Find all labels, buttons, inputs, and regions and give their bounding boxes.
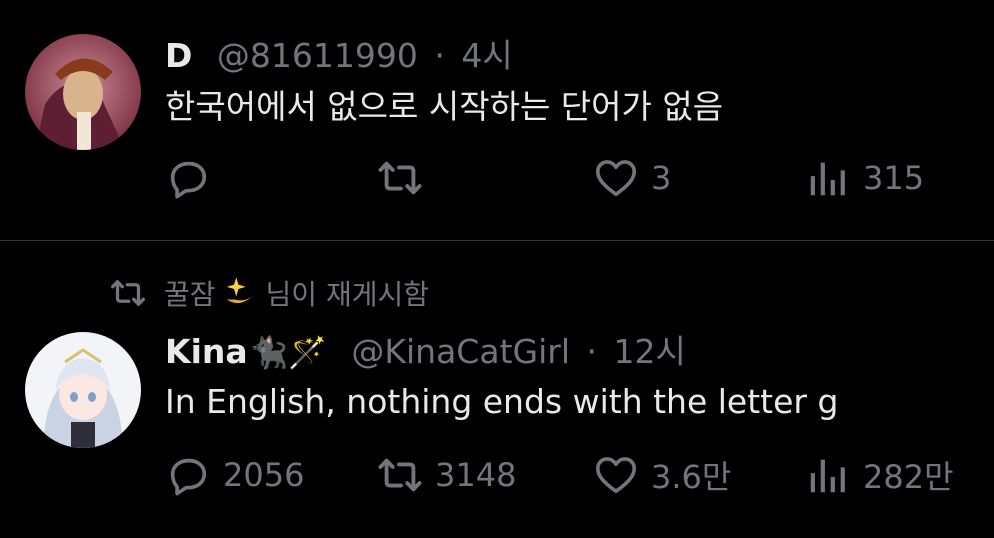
separator-dot: · [586, 332, 597, 371]
view-count: 282만 [863, 458, 954, 496]
speech-bubble-icon [170, 161, 207, 199]
reply-button[interactable]: 2056 [165, 450, 304, 500]
action-bar: 3 315 [165, 153, 965, 203]
speech-bubble-icon [170, 458, 207, 496]
like-button[interactable]: 3 [593, 153, 671, 203]
views-button[interactable]: 282만 [805, 450, 954, 500]
retweet-arrows-icon [111, 280, 145, 306]
tweet-text: In English, nothing ends with the letter… [165, 382, 839, 421]
author-handle[interactable]: @81611990 [217, 36, 418, 75]
repost-user-name[interactable]: 꿀잠 [164, 273, 216, 313]
reply-button[interactable] [165, 153, 223, 203]
retweet-count: 3148 [435, 456, 517, 494]
retweet-arrows-icon [378, 458, 422, 492]
tweet-card-2[interactable]: 꿀잠 님이 재게시함 Kina🐈‍⬛🪄 @KinaCatGirl · 12시 I… [0, 241, 994, 538]
timestamp[interactable]: 12시 [613, 332, 685, 371]
view-count: 315 [863, 159, 925, 197]
reply-count: 2056 [223, 456, 305, 494]
avatar-image-icon [25, 332, 141, 448]
author-name[interactable]: D [165, 36, 192, 75]
bar-chart-icon [810, 459, 845, 493]
timestamp[interactable]: 4시 [461, 36, 512, 75]
retweet-arrows-icon [378, 161, 422, 195]
avatar-image-icon [25, 34, 141, 150]
separator-dot: · [434, 36, 445, 75]
author-handle[interactable]: @KinaCatGirl [351, 332, 570, 371]
views-button[interactable]: 315 [805, 153, 924, 203]
tweet-header: Kina🐈‍⬛🪄 @KinaCatGirl · 12시 [165, 332, 686, 373]
tweet-text: 한국어에서 없으로 시작하는 단어가 없음 [165, 87, 724, 126]
author-name[interactable]: Kina [165, 332, 248, 371]
bar-chart-icon [810, 162, 845, 196]
retweet-button[interactable] [377, 153, 435, 203]
repost-suffix: 님이 재게시함 [265, 278, 429, 311]
action-bar: 2056 3148 3.6만 282만 [165, 450, 965, 500]
repost-indicator[interactable]: 꿀잠 님이 재게시함 [110, 271, 429, 315]
sparkle-dizzy-icon [222, 271, 260, 316]
like-count: 3.6만 [651, 458, 732, 496]
tweet-card-1[interactable]: D @81611990 · 4시 한국어에서 없으로 시작하는 단어가 없음 3 [0, 0, 994, 240]
like-button[interactable]: 3.6만 [593, 450, 731, 500]
heart-icon [595, 457, 637, 494]
author-emoji: 🐈‍⬛🪄 [249, 335, 327, 371]
heart-icon [595, 160, 637, 197]
avatar[interactable] [25, 34, 141, 150]
retweet-button[interactable]: 3148 [377, 450, 516, 500]
avatar[interactable] [25, 332, 141, 448]
tweet-header: D @81611990 · 4시 [165, 36, 513, 76]
like-count: 3 [651, 159, 672, 197]
